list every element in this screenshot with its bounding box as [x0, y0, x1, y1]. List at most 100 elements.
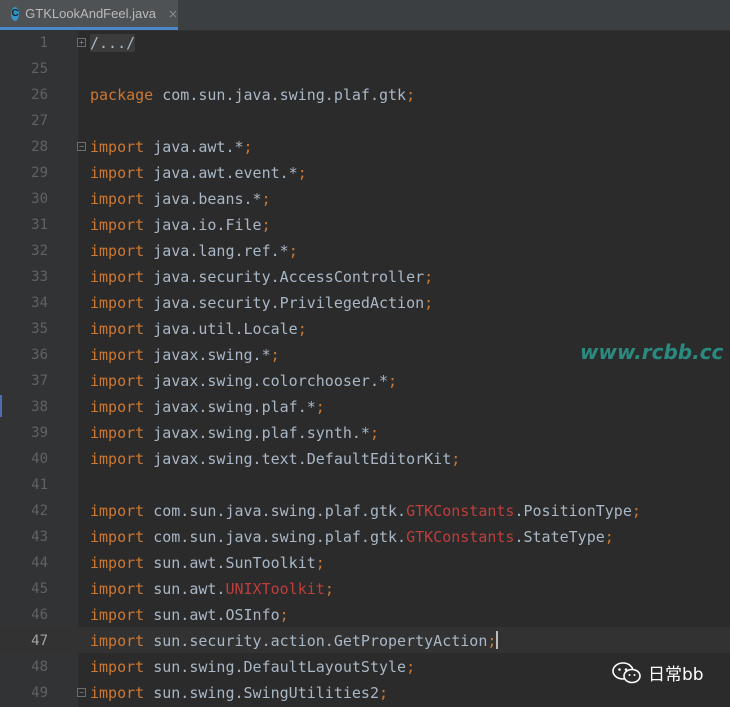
line-number: 30 — [31, 191, 48, 207]
line-number: 1 — [39, 35, 48, 51]
code-line[interactable]: 27 — [0, 108, 730, 134]
code-line[interactable]: 44 import sun.awt.SunToolkit; — [0, 550, 730, 576]
code-line[interactable]: 26 package com.sun.java.swing.plaf.gtk; — [0, 82, 730, 108]
keyword-token: import — [90, 450, 145, 468]
code-line[interactable]: 43 import com.sun.java.swing.plaf.gtk.GTK… — [0, 524, 730, 550]
semicolon-token: ; — [243, 138, 253, 156]
semicolon-token: ; — [424, 268, 434, 286]
code-text: import com.sun.java.swing.plaf.gtk.GTKCo… — [90, 498, 641, 524]
code-text: import javax.swing.*; — [90, 342, 280, 368]
text-caret — [496, 631, 499, 649]
code-text: /.../ — [90, 30, 136, 56]
semicolon-token: ; — [288, 242, 298, 260]
code-line[interactable]: 34 import java.security.PrivilegedAction; — [0, 290, 730, 316]
line-number: 36 — [31, 347, 48, 363]
line-number: 32 — [31, 243, 48, 259]
code-text: import javax.swing.text.DefaultEditorKit… — [90, 446, 460, 472]
code-token: javax.swing.plaf.* — [144, 398, 316, 416]
keyword-token: import — [90, 528, 145, 546]
code-line[interactable]: 38 import javax.swing.plaf.*; — [0, 394, 730, 420]
code-text: import java.beans.*; — [90, 186, 271, 212]
line-number: 31 — [31, 217, 48, 233]
code-editor[interactable]: 1 + /.../ 25 26 package com.sun.java.swing.pl… — [0, 30, 730, 707]
code-line[interactable]: 33 import java.security.AccessController; — [0, 264, 730, 290]
tab-gtklookandfeel[interactable]: C GTKLookAndFeel.java × — [0, 0, 178, 30]
line-number: 29 — [31, 165, 48, 181]
line-number: 38 — [31, 399, 48, 415]
code-line[interactable]: 45 import sun.awt.UNIXToolkit; — [0, 576, 730, 602]
code-token: java.security.AccessController — [144, 268, 425, 286]
class-file-icon: C — [11, 6, 20, 21]
line-number: 34 — [31, 295, 48, 311]
line-number: 41 — [31, 477, 48, 493]
watermark: www.rcbb.cc — [580, 340, 724, 364]
code-token: javax.swing.plaf.synth.* — [144, 424, 370, 442]
unresolved-token: GTKConstants — [406, 502, 515, 520]
semicolon-token: ; — [379, 684, 389, 702]
keyword-token: import — [90, 242, 145, 260]
code-line[interactable]: 31 import java.io.File; — [0, 212, 730, 238]
close-icon[interactable]: × — [168, 7, 178, 21]
code-line[interactable]: 47 import sun.security.action.GetProperty… — [0, 628, 730, 654]
code-line[interactable]: 40 import javax.swing.text.DefaultEditorK… — [0, 446, 730, 472]
semicolon-token: ; — [261, 190, 271, 208]
line-number: 37 — [31, 373, 48, 389]
semicolon-token: ; — [324, 580, 334, 598]
code-token: java.security.PrivilegedAction — [144, 294, 425, 312]
semicolon-token: ; — [270, 346, 280, 364]
code-token: javax.swing.* — [144, 346, 271, 364]
code-token: com.sun.java.swing.plaf.gtk — [153, 86, 407, 104]
unresolved-token: UNIXToolkit — [225, 580, 325, 598]
code-line[interactable]: 25 — [0, 56, 730, 82]
code-line[interactable]: 37 import javax.swing.colorchooser.*; — [0, 368, 730, 394]
code-line[interactable]: 39 import javax.swing.plaf.synth.*; — [0, 420, 730, 446]
semicolon-token: ; — [297, 164, 307, 182]
code-line[interactable]: 41 — [0, 472, 730, 498]
fold-collapse-icon[interactable]: − — [77, 688, 86, 697]
code-token: java.util.Locale — [144, 320, 298, 338]
code-token: .PositionType — [514, 502, 632, 520]
code-token: sun.awt.OSInfo — [144, 606, 280, 624]
account-name: 日常bb — [648, 665, 704, 685]
code-line[interactable]: 1 + /.../ — [0, 30, 730, 56]
code-token: javax.swing.colorchooser.* — [144, 372, 389, 390]
code-text: import sun.awt.UNIXToolkit; — [90, 576, 334, 602]
semicolon-token: ; — [261, 216, 271, 234]
code-text: import java.io.File; — [90, 212, 271, 238]
line-number: 43 — [31, 529, 48, 545]
code-text: import sun.swing.DefaultLayoutStyle; — [90, 654, 415, 680]
editor-tab-bar: C GTKLookAndFeel.java × — [0, 0, 730, 31]
code-line[interactable]: 46 import sun.awt.OSInfo; — [0, 602, 730, 628]
line-number: 48 — [31, 659, 48, 675]
keyword-token: import — [90, 190, 145, 208]
code-line[interactable]: 35 import java.util.Locale; — [0, 316, 730, 342]
keyword-token: import — [90, 138, 145, 156]
code-line[interactable]: 28 − import java.awt.*; — [0, 134, 730, 160]
tab-title: GTKLookAndFeel.java — [25, 6, 156, 21]
code-token: sun.security.action.GetPropertyAction — [144, 632, 488, 650]
semicolon-token: ; — [424, 294, 434, 312]
line-number: 39 — [31, 425, 48, 441]
code-token: sun.swing.SwingUtilities2 — [144, 684, 379, 702]
line-number: 40 — [31, 451, 48, 467]
code-line[interactable]: 30 import java.beans.*; — [0, 186, 730, 212]
code-line[interactable]: 42 import com.sun.java.swing.plaf.gtk.GTK… — [0, 498, 730, 524]
fold-collapse-icon[interactable]: − — [77, 142, 86, 151]
keyword-token: import — [90, 294, 145, 312]
code-token: sun.awt.SunToolkit — [144, 554, 316, 572]
code-text: import java.awt.event.*; — [90, 160, 307, 186]
semicolon-token: ; — [279, 606, 289, 624]
code-text: import java.util.Locale; — [90, 316, 307, 342]
semicolon-token: ; — [406, 86, 416, 104]
fold-expand-icon[interactable]: + — [77, 38, 86, 47]
line-number: 27 — [31, 113, 48, 129]
semicolon-token: ; — [297, 320, 307, 338]
code-text: import javax.swing.plaf.synth.*; — [90, 420, 379, 446]
code-line[interactable]: 32 import java.lang.ref.*; — [0, 238, 730, 264]
code-token: javax.swing.text.DefaultEditorKit — [144, 450, 452, 468]
code-token: java.io.File — [144, 216, 262, 234]
account-badge: 日常bb — [612, 660, 704, 685]
code-line[interactable]: 29 import java.awt.event.*; — [0, 160, 730, 186]
code-token: sun.swing.DefaultLayoutStyle — [144, 658, 407, 676]
semicolon-token: ; — [487, 632, 497, 650]
